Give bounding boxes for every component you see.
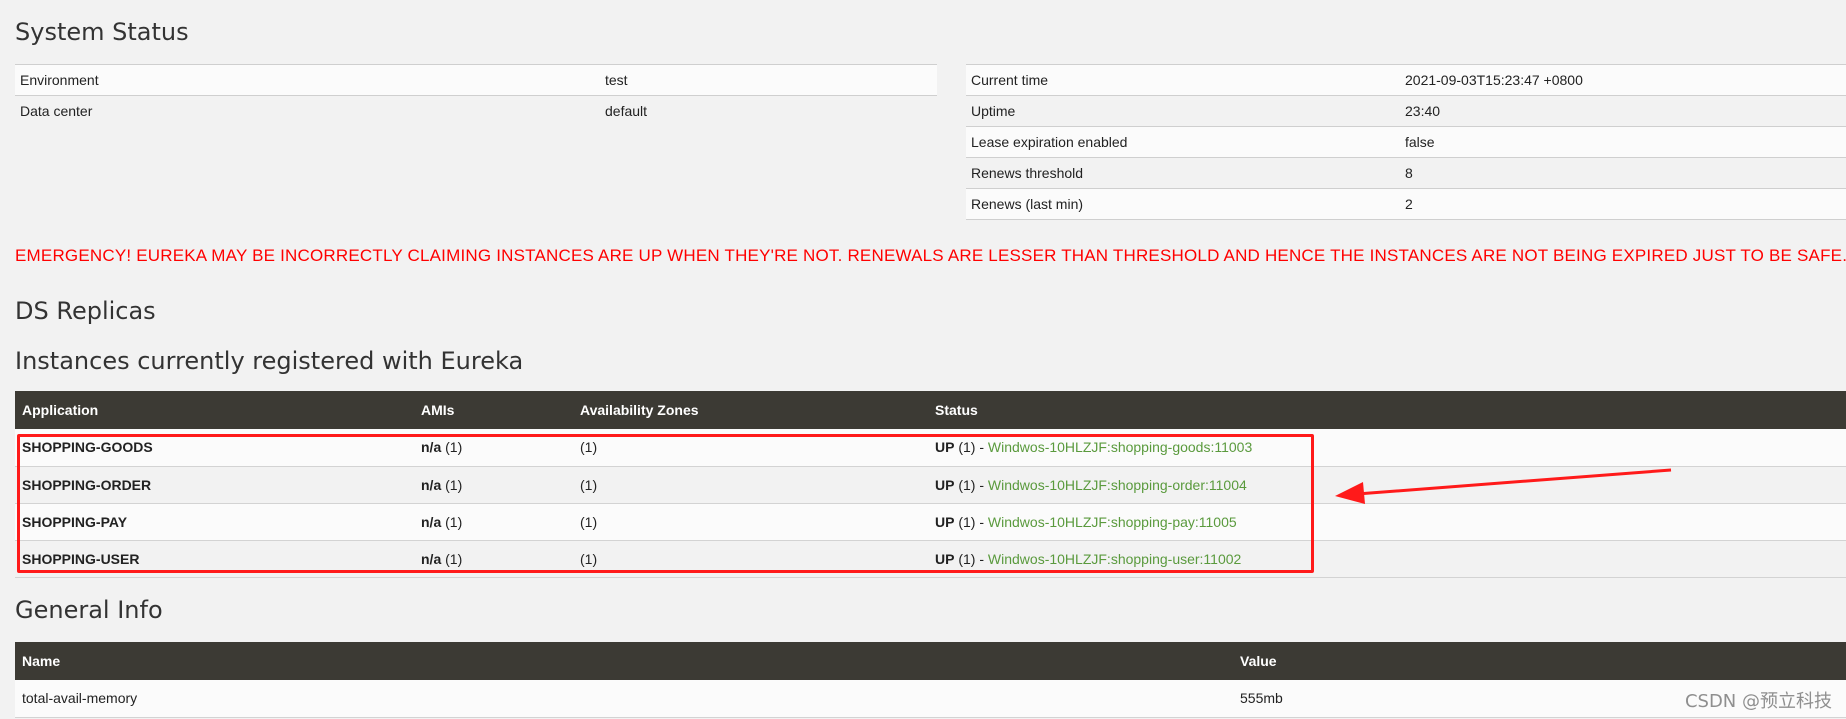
status-cell: UP (1) - Windwos-10HLZJF:shopping-pay:11…	[928, 503, 1846, 541]
table-header-row: Name Value	[15, 642, 1846, 680]
zones-cell: (1)	[573, 429, 928, 467]
application-name: SHOPPING-PAY	[15, 503, 414, 541]
ami-count: (1)	[445, 439, 463, 456]
zones-cell: (1)	[573, 503, 928, 541]
row-label: Renews (last min)	[966, 188, 1400, 220]
table-row: Lease expiration enabled false	[966, 126, 1846, 158]
amis-cell: n/a (1)	[414, 466, 573, 504]
header-value: Value	[1240, 653, 1277, 669]
row-value: 2	[1400, 188, 1846, 220]
system-status-title: System Status	[15, 18, 189, 46]
general-info-title: General Info	[15, 596, 163, 624]
table-row: SHOPPING-GOODS n/a (1) (1) UP (1) - Wind…	[15, 429, 1846, 467]
row-value: default	[600, 95, 937, 127]
status-label: UP	[935, 550, 955, 567]
amis-cell: n/a (1)	[414, 503, 573, 541]
application-name: SHOPPING-ORDER	[15, 466, 414, 504]
status-label: UP	[935, 513, 955, 530]
eureka-dashboard: System Status Environment test Data cent…	[15, 0, 1846, 719]
table-row: SHOPPING-USER n/a (1) (1) UP (1) - Windw…	[15, 540, 1846, 578]
instances-title: Instances currently registered with Eure…	[15, 347, 524, 375]
row-label: Current time	[966, 64, 1400, 96]
instance-link[interactable]: Windwos-10HLZJF:shopping-user:11002	[988, 551, 1241, 567]
system-status-right-table: Current time 2021-09-03T15:23:47 +0800 U…	[966, 64, 1846, 220]
table-row: Renews (last min) 2	[966, 188, 1846, 220]
general-info-table: Name Value total-avail-memory 555mb	[15, 642, 1846, 718]
status-label: UP	[935, 476, 955, 493]
table-row: Environment test	[15, 64, 937, 96]
zones-cell: (1)	[573, 466, 928, 504]
row-value: 8	[1400, 157, 1846, 189]
instance-link[interactable]: Windwos-10HLZJF:shopping-order:11004	[988, 477, 1247, 493]
table-row: total-avail-memory 555mb	[15, 680, 1846, 718]
ami-label: n/a	[421, 439, 442, 456]
header-status: Status	[935, 402, 978, 418]
status-count: (1) -	[958, 439, 985, 456]
table-header-row: Application AMIs Availability Zones Stat…	[15, 391, 1846, 429]
status-cell: UP (1) - Windwos-10HLZJF:shopping-goods:…	[928, 429, 1846, 467]
ami-count: (1)	[445, 550, 463, 567]
instance-link[interactable]: Windwos-10HLZJF:shopping-goods:11003	[988, 439, 1252, 455]
row-label: Lease expiration enabled	[966, 126, 1400, 158]
status-cell: UP (1) - Windwos-10HLZJF:shopping-user:1…	[928, 540, 1846, 578]
row-value: false	[1400, 126, 1846, 158]
zones-cell: (1)	[573, 540, 928, 578]
csdn-watermark: CSDN @预立科技	[1684, 691, 1832, 712]
ami-label: n/a	[421, 550, 442, 567]
status-count: (1) -	[958, 550, 985, 567]
ami-count: (1)	[445, 513, 463, 530]
row-value: 23:40	[1400, 95, 1846, 127]
row-label: Data center	[15, 95, 600, 127]
row-value: 2021-09-03T15:23:47 +0800	[1400, 64, 1846, 96]
header-availability-zones: Availability Zones	[580, 402, 699, 418]
header-name: Name	[22, 653, 61, 669]
application-name: SHOPPING-USER	[15, 540, 414, 578]
status-label: UP	[935, 439, 955, 456]
amis-cell: n/a (1)	[414, 540, 573, 578]
status-count: (1) -	[958, 476, 985, 493]
ami-label: n/a	[421, 476, 442, 493]
table-row: Renews threshold 8	[966, 157, 1846, 189]
ds-replicas-title: DS Replicas	[15, 297, 156, 325]
table-row: Data center default	[15, 95, 937, 127]
status-count: (1) -	[958, 513, 985, 530]
row-label: Environment	[15, 64, 600, 96]
annotation-arrow-icon	[1335, 468, 1672, 504]
row-value: test	[600, 64, 937, 96]
emergency-warning: EMERGENCY! EUREKA MAY BE INCORRECTLY CLA…	[15, 246, 1846, 265]
ami-label: n/a	[421, 513, 442, 530]
amis-cell: n/a (1)	[414, 429, 573, 467]
instance-link[interactable]: Windwos-10HLZJF:shopping-pay:11005	[988, 514, 1237, 530]
info-name: total-avail-memory	[15, 680, 1233, 718]
header-application: Application	[22, 402, 99, 418]
table-row: Current time 2021-09-03T15:23:47 +0800	[966, 64, 1846, 96]
ami-count: (1)	[445, 476, 463, 493]
application-name: SHOPPING-GOODS	[15, 429, 414, 467]
system-status-left-table: Environment test Data center default	[15, 64, 937, 127]
header-amis: AMIs	[421, 402, 455, 418]
row-label: Renews threshold	[966, 157, 1400, 189]
table-row: SHOPPING-PAY n/a (1) (1) UP (1) - Windwo…	[15, 503, 1846, 541]
row-label: Uptime	[966, 95, 1400, 127]
table-row: Uptime 23:40	[966, 95, 1846, 127]
